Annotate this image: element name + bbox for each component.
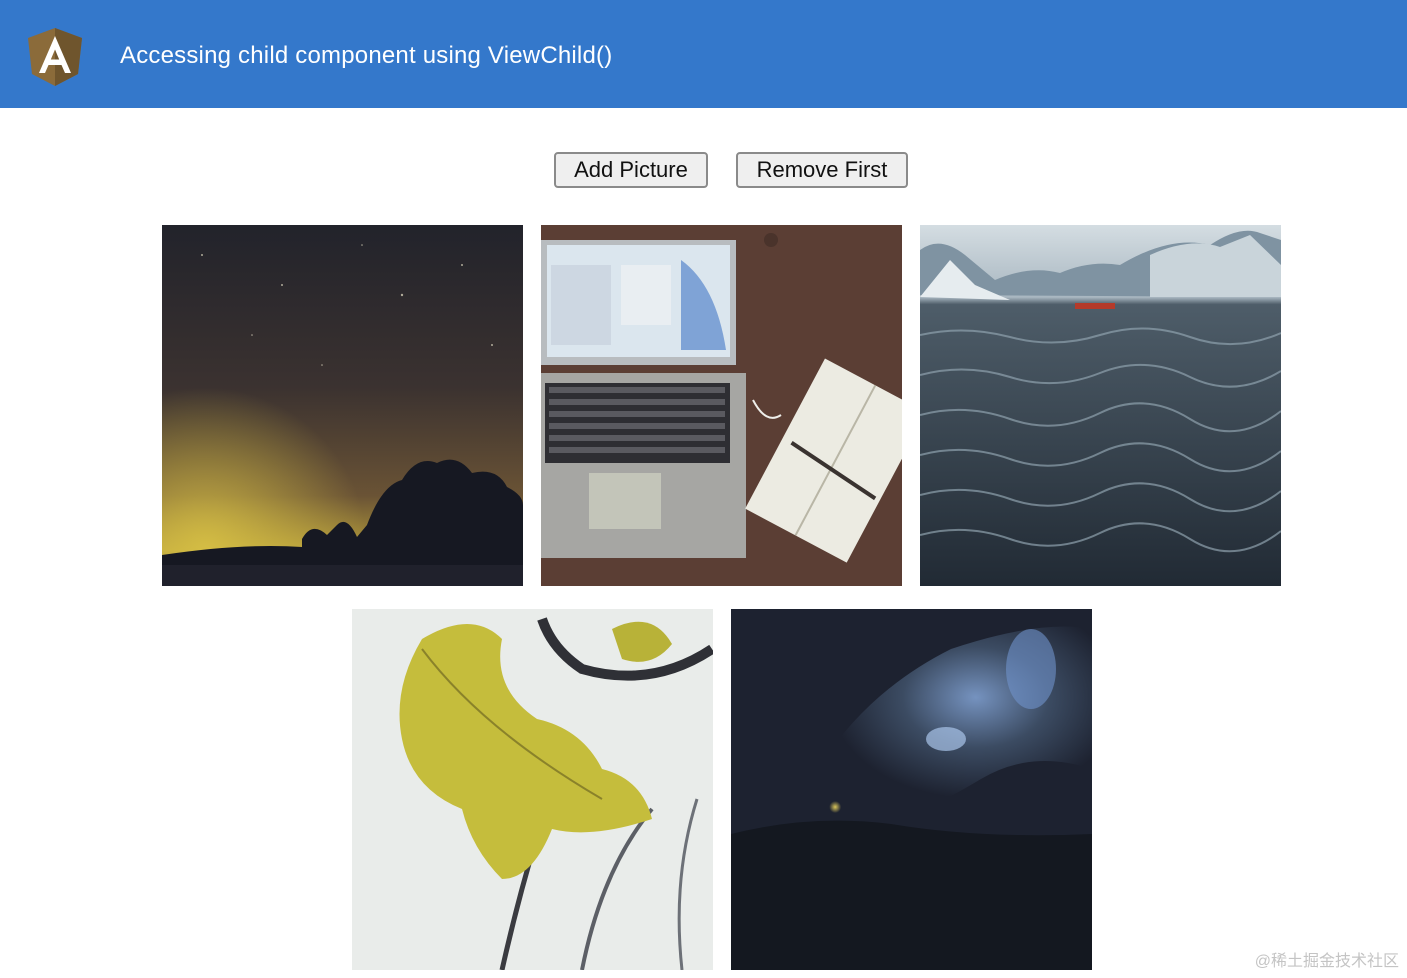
mountain-lake-image: [920, 225, 1281, 586]
picture-card: [731, 609, 1092, 970]
picture-card: [541, 225, 902, 586]
add-picture-button[interactable]: Add Picture: [554, 152, 708, 188]
watermark-text: @稀土掘金技术社区: [1254, 953, 1399, 970]
angular-logo-icon: [28, 28, 82, 86]
aurora-image: [731, 609, 1092, 970]
picture-card: [162, 225, 523, 586]
picture-card: [352, 609, 713, 970]
remove-first-button[interactable]: Remove First: [736, 152, 908, 188]
night-sky-image: [162, 225, 523, 586]
picture-card: [920, 225, 1281, 586]
top-toolbar: Accessing child component using ViewChil…: [0, 0, 1407, 108]
laptop-desk-image: [541, 225, 902, 586]
page-title: Accessing child component using ViewChil…: [120, 42, 613, 69]
yellow-leaf-image: [352, 609, 713, 970]
